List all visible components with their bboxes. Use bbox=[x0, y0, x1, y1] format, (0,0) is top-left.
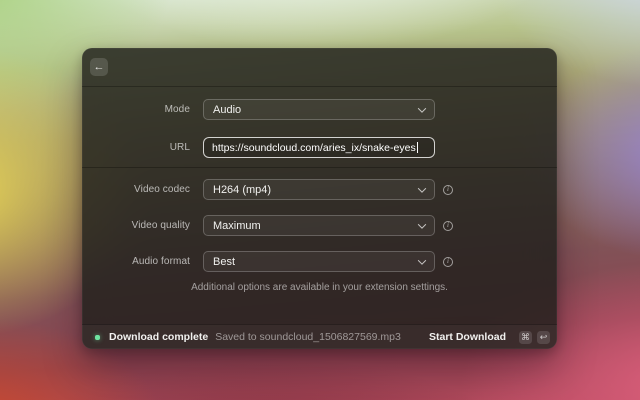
extension-settings-note: Additional options are available in your… bbox=[191, 282, 448, 293]
audio-format-value: Best bbox=[213, 255, 236, 268]
url-value: https://soundcloud.com/aries_ix/snake-ey… bbox=[212, 141, 416, 154]
mode-row: Mode Audio bbox=[82, 99, 557, 120]
downloader-window: ← Mode Audio URL https://soundcloud.com/… bbox=[82, 48, 557, 349]
screen: ← Mode Audio URL https://soundcloud.com/… bbox=[0, 0, 640, 400]
titlebar: ← bbox=[82, 48, 557, 87]
status-detail: Saved to soundcloud_1506827569.mp3 bbox=[215, 331, 401, 343]
status-dot bbox=[95, 334, 100, 340]
video-quality-label: Video quality bbox=[131, 220, 190, 231]
video-codec-select[interactable]: H264 (mp4) bbox=[203, 179, 435, 200]
audio-format-select[interactable]: Best bbox=[203, 251, 435, 272]
start-download-label: Start Download bbox=[428, 331, 506, 343]
video-codec-row: Video codec H264 (mp4) i bbox=[82, 179, 557, 200]
video-codec-value: H264 (mp4) bbox=[213, 183, 272, 196]
info-icon[interactable]: i bbox=[443, 256, 453, 267]
text-caret bbox=[416, 142, 418, 153]
mode-value: Audio bbox=[213, 103, 242, 116]
chevron-down-icon bbox=[417, 219, 427, 229]
info-icon[interactable]: i bbox=[443, 220, 453, 231]
info-glyph: i bbox=[447, 185, 449, 193]
chevron-down-icon bbox=[417, 103, 427, 113]
back-button[interactable]: ← bbox=[90, 58, 108, 76]
audio-format-row: Audio format Best i bbox=[82, 251, 557, 272]
return-key-icon: ↩ bbox=[537, 330, 550, 344]
info-icon[interactable]: i bbox=[443, 184, 453, 195]
url-label: URL bbox=[169, 142, 190, 153]
video-quality-select[interactable]: Maximum bbox=[203, 215, 435, 236]
form: Mode Audio URL https://soundcloud.com/ar… bbox=[82, 87, 557, 293]
back-arrow-icon: ← bbox=[93, 61, 105, 73]
audio-format-label: Audio format bbox=[132, 256, 190, 267]
info-glyph: i bbox=[447, 221, 449, 229]
mode-label: Mode bbox=[164, 104, 190, 115]
return-glyph: ↩ bbox=[539, 331, 548, 342]
chevron-down-icon bbox=[417, 255, 427, 265]
url-row: URL https://soundcloud.com/aries_ix/snak… bbox=[82, 137, 557, 158]
status-bar: Download complete Saved to soundcloud_15… bbox=[82, 324, 557, 349]
url-input[interactable]: https://soundcloud.com/aries_ix/snake-ey… bbox=[203, 137, 435, 158]
command-glyph: ⌘ bbox=[521, 331, 530, 342]
video-quality-row: Video quality Maximum i bbox=[82, 215, 557, 236]
info-glyph: i bbox=[447, 257, 449, 265]
chevron-down-icon bbox=[417, 183, 427, 193]
mode-select[interactable]: Audio bbox=[203, 99, 435, 120]
status-title: Download complete bbox=[109, 331, 209, 343]
command-key-icon: ⌘ bbox=[519, 330, 532, 344]
video-quality-value: Maximum bbox=[213, 219, 261, 232]
section-divider bbox=[82, 167, 557, 168]
video-codec-label: Video codec bbox=[134, 184, 190, 195]
start-download-button[interactable]: Start Download ⌘ ↩ bbox=[428, 330, 550, 344]
